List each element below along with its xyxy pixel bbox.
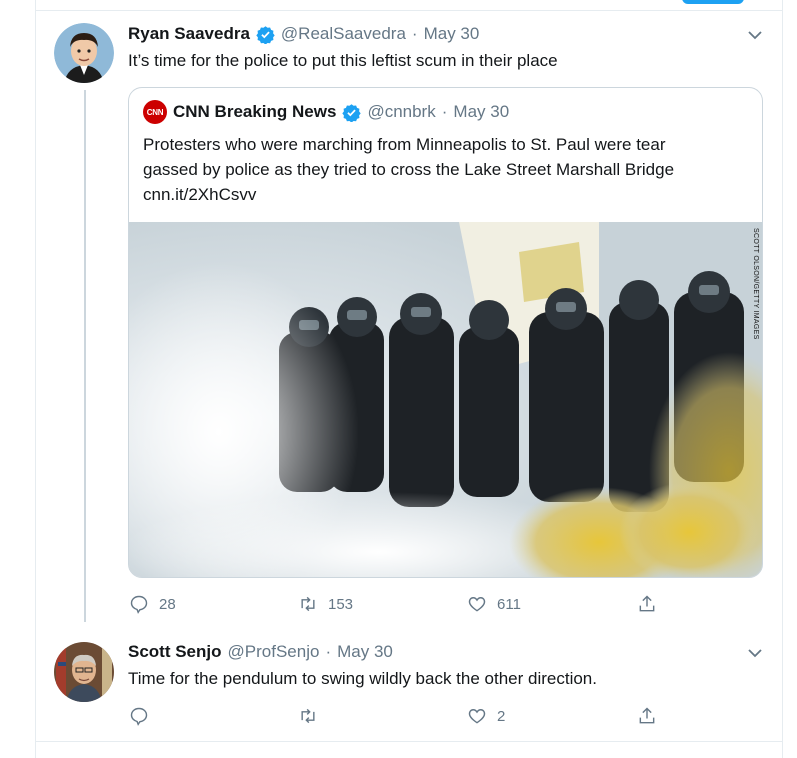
retweet-icon xyxy=(301,708,315,724)
top-button-edge[interactable] xyxy=(682,0,744,4)
avatar-ryan-saavedra[interactable] xyxy=(54,23,114,83)
reply-button[interactable]: 28 xyxy=(129,594,176,614)
tear-gas-riot-police-photo xyxy=(129,222,762,577)
cnn-logo-avatar[interactable]: CNN xyxy=(143,100,167,124)
like-button[interactable]: 2 xyxy=(467,706,505,726)
avatar-scott-senjo[interactable] xyxy=(54,642,114,702)
like-button[interactable]: 611 xyxy=(467,594,521,614)
retweet-button[interactable]: 153 xyxy=(298,594,353,614)
retweet-icon xyxy=(301,596,315,612)
reply-icon xyxy=(130,595,148,614)
heart-icon xyxy=(468,597,486,612)
share-button[interactable] xyxy=(637,594,657,614)
separator-dot: · xyxy=(325,642,332,661)
tweet-header: Ryan Saavedra @RealSaavedra · May 30 xyxy=(128,24,479,44)
top-divider xyxy=(36,0,782,11)
tweet-date[interactable]: May 30 xyxy=(424,24,480,44)
display-name[interactable]: Ryan Saavedra xyxy=(128,24,250,44)
share-icon xyxy=(639,707,655,724)
chevron-down-icon[interactable] xyxy=(747,645,763,661)
tweet-divider xyxy=(35,741,783,742)
verified-badge-icon xyxy=(342,103,362,122)
thread-line xyxy=(84,90,86,622)
reply-count: 28 xyxy=(159,595,176,613)
share-button[interactable] xyxy=(637,706,657,726)
heart-icon xyxy=(468,709,486,724)
reply-icon xyxy=(130,707,148,726)
tweet-text: Time for the pendulum to swing wildly ba… xyxy=(128,669,597,688)
retweet-button[interactable] xyxy=(298,706,328,726)
quoted-display-name[interactable]: CNN Breaking News xyxy=(173,102,336,122)
reply-button[interactable] xyxy=(129,706,159,726)
handle[interactable]: @RealSaavedra xyxy=(281,24,406,44)
tweet-text: It’s time for the police to put this lef… xyxy=(128,51,558,70)
separator-dot: · xyxy=(441,102,448,121)
quoted-text-line-1: Protesters who were marching from Minnea… xyxy=(143,135,666,154)
avatar-image xyxy=(54,642,114,702)
news-photo[interactable]: SCOTT OLSON/GETTY IMAGES xyxy=(129,222,762,577)
share-icon xyxy=(639,595,655,612)
handle[interactable]: @ProfSenjo xyxy=(228,642,320,662)
like-count: 2 xyxy=(497,707,506,725)
quoted-tweet-text: Protesters who were marching from Minnea… xyxy=(143,132,743,207)
quoted-link[interactable]: cnn.it/2XhCsvv xyxy=(143,182,743,207)
avatar-image xyxy=(54,23,114,83)
quoted-date[interactable]: May 30 xyxy=(453,102,509,122)
quoted-text-line-2: gassed by police as they tried to cross … xyxy=(143,160,675,179)
quoted-tweet[interactable]: CNN CNN Breaking News @cnnbrk · May 30 P… xyxy=(128,87,763,578)
tweet-date[interactable]: May 30 xyxy=(337,642,393,662)
display-name[interactable]: Scott Senjo xyxy=(128,642,222,662)
photo-credit: SCOTT OLSON/GETTY IMAGES xyxy=(752,228,759,340)
retweet-count: 153 xyxy=(328,595,354,613)
like-count: 611 xyxy=(497,595,521,613)
separator-dot: · xyxy=(411,24,418,43)
quoted-handle[interactable]: @cnnbrk xyxy=(367,102,435,122)
verified-badge-icon xyxy=(256,25,275,44)
tweet-header: Scott Senjo @ProfSenjo · May 30 xyxy=(128,642,393,662)
chevron-down-icon[interactable] xyxy=(747,27,763,43)
quoted-tweet-header: CNN CNN Breaking News @cnnbrk · May 30 xyxy=(143,100,509,124)
